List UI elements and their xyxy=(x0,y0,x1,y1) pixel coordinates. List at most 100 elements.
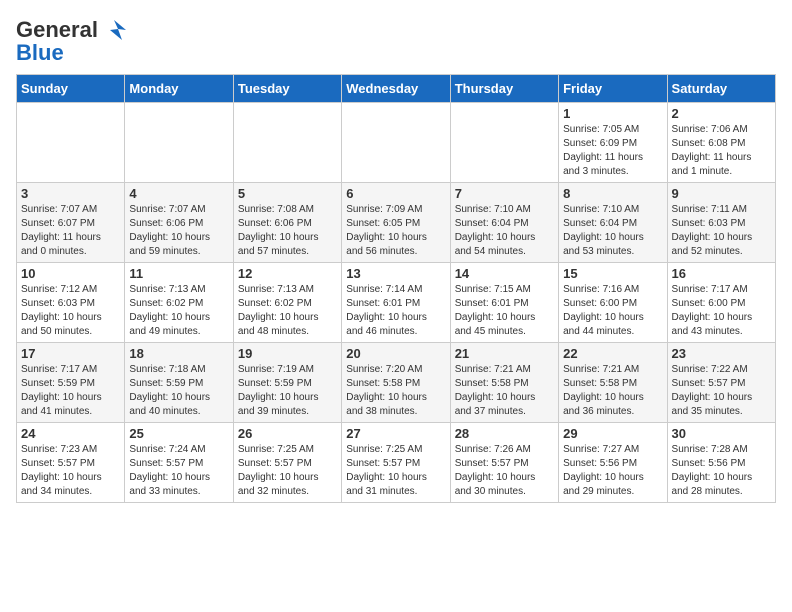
calendar-cell: 22 Sunrise: 7:21 AM Sunset: 5:58 PM Dayli… xyxy=(559,343,667,423)
day-number: 6 xyxy=(346,186,445,201)
day-number: 29 xyxy=(563,426,662,441)
weekday-header: Tuesday xyxy=(233,75,341,103)
logo-bird-icon xyxy=(100,16,128,44)
weekday-header: Wednesday xyxy=(342,75,450,103)
day-number: 15 xyxy=(563,266,662,281)
calendar-cell: 2 Sunrise: 7:06 AM Sunset: 6:08 PM Daylig… xyxy=(667,103,775,183)
day-number: 18 xyxy=(129,346,228,361)
day-info: Sunrise: 7:17 AM Sunset: 6:00 PM Dayligh… xyxy=(672,283,771,339)
day-info: Sunrise: 7:27 AM Sunset: 5:56 PM Dayligh… xyxy=(563,443,662,499)
day-number: 27 xyxy=(346,426,445,441)
day-number: 19 xyxy=(238,346,337,361)
day-number: 24 xyxy=(21,426,120,441)
calendar-cell: 8 Sunrise: 7:10 AM Sunset: 6:04 PM Daylig… xyxy=(559,183,667,263)
calendar-header-row: SundayMondayTuesdayWednesdayThursdayFrid… xyxy=(17,75,776,103)
weekday-header: Thursday xyxy=(450,75,558,103)
calendar-week-row: 10 Sunrise: 7:12 AM Sunset: 6:03 PM Dayli… xyxy=(17,263,776,343)
calendar-cell: 10 Sunrise: 7:12 AM Sunset: 6:03 PM Dayli… xyxy=(17,263,125,343)
calendar-cell: 13 Sunrise: 7:14 AM Sunset: 6:01 PM Dayli… xyxy=(342,263,450,343)
day-info: Sunrise: 7:16 AM Sunset: 6:00 PM Dayligh… xyxy=(563,283,662,339)
day-info: Sunrise: 7:09 AM Sunset: 6:05 PM Dayligh… xyxy=(346,203,445,259)
calendar-table: SundayMondayTuesdayWednesdayThursdayFrid… xyxy=(16,74,776,503)
day-number: 3 xyxy=(21,186,120,201)
calendar-cell xyxy=(17,103,125,183)
day-info: Sunrise: 7:13 AM Sunset: 6:02 PM Dayligh… xyxy=(129,283,228,339)
day-number: 10 xyxy=(21,266,120,281)
calendar-cell: 3 Sunrise: 7:07 AM Sunset: 6:07 PM Daylig… xyxy=(17,183,125,263)
day-number: 2 xyxy=(672,106,771,121)
day-number: 23 xyxy=(672,346,771,361)
calendar-cell: 11 Sunrise: 7:13 AM Sunset: 6:02 PM Dayli… xyxy=(125,263,233,343)
day-number: 22 xyxy=(563,346,662,361)
calendar-cell: 21 Sunrise: 7:21 AM Sunset: 5:58 PM Dayli… xyxy=(450,343,558,423)
day-info: Sunrise: 7:26 AM Sunset: 5:57 PM Dayligh… xyxy=(455,443,554,499)
day-info: Sunrise: 7:12 AM Sunset: 6:03 PM Dayligh… xyxy=(21,283,120,339)
day-info: Sunrise: 7:14 AM Sunset: 6:01 PM Dayligh… xyxy=(346,283,445,339)
day-info: Sunrise: 7:10 AM Sunset: 6:04 PM Dayligh… xyxy=(563,203,662,259)
day-info: Sunrise: 7:17 AM Sunset: 5:59 PM Dayligh… xyxy=(21,363,120,419)
day-info: Sunrise: 7:05 AM Sunset: 6:09 PM Dayligh… xyxy=(563,123,662,179)
day-number: 11 xyxy=(129,266,228,281)
weekday-header: Friday xyxy=(559,75,667,103)
day-info: Sunrise: 7:19 AM Sunset: 5:59 PM Dayligh… xyxy=(238,363,337,419)
day-info: Sunrise: 7:07 AM Sunset: 6:06 PM Dayligh… xyxy=(129,203,228,259)
weekday-header: Saturday xyxy=(667,75,775,103)
day-number: 12 xyxy=(238,266,337,281)
calendar-cell xyxy=(233,103,341,183)
calendar-cell xyxy=(342,103,450,183)
calendar-cell: 7 Sunrise: 7:10 AM Sunset: 6:04 PM Daylig… xyxy=(450,183,558,263)
day-number: 30 xyxy=(672,426,771,441)
calendar-cell: 17 Sunrise: 7:17 AM Sunset: 5:59 PM Dayli… xyxy=(17,343,125,423)
day-info: Sunrise: 7:10 AM Sunset: 6:04 PM Dayligh… xyxy=(455,203,554,259)
day-info: Sunrise: 7:28 AM Sunset: 5:56 PM Dayligh… xyxy=(672,443,771,499)
calendar-cell: 29 Sunrise: 7:27 AM Sunset: 5:56 PM Dayli… xyxy=(559,423,667,503)
calendar-cell: 28Sunrise: 7:26 AM Sunset: 5:57 PM Dayli… xyxy=(450,423,558,503)
day-number: 20 xyxy=(346,346,445,361)
calendar-cell: 27 Sunrise: 7:25 AM Sunset: 5:57 PM Dayli… xyxy=(342,423,450,503)
day-number: 5 xyxy=(238,186,337,201)
calendar-cell: 19 Sunrise: 7:19 AM Sunset: 5:59 PM Dayli… xyxy=(233,343,341,423)
calendar-cell: 26Sunrise: 7:25 AM Sunset: 5:57 PM Dayli… xyxy=(233,423,341,503)
calendar-week-row: 3 Sunrise: 7:07 AM Sunset: 6:07 PM Daylig… xyxy=(17,183,776,263)
day-number: 16 xyxy=(672,266,771,281)
page-header: General Blue xyxy=(16,16,776,66)
calendar-week-row: 1Sunrise: 7:05 AM Sunset: 6:09 PM Daylig… xyxy=(17,103,776,183)
calendar-cell: 23 Sunrise: 7:22 AM Sunset: 5:57 PM Dayli… xyxy=(667,343,775,423)
day-number: 9 xyxy=(672,186,771,201)
day-info: Sunrise: 7:21 AM Sunset: 5:58 PM Dayligh… xyxy=(455,363,554,419)
day-info: Sunrise: 7:15 AM Sunset: 6:01 PM Dayligh… xyxy=(455,283,554,339)
calendar-week-row: 17 Sunrise: 7:17 AM Sunset: 5:59 PM Dayli… xyxy=(17,343,776,423)
day-number: 8 xyxy=(563,186,662,201)
calendar-cell: 16 Sunrise: 7:17 AM Sunset: 6:00 PM Dayli… xyxy=(667,263,775,343)
day-number: 4 xyxy=(129,186,228,201)
day-number: 7 xyxy=(455,186,554,201)
day-info: Sunrise: 7:06 AM Sunset: 6:08 PM Dayligh… xyxy=(672,123,771,179)
weekday-header: Sunday xyxy=(17,75,125,103)
day-number: 13 xyxy=(346,266,445,281)
calendar-cell: 14Sunrise: 7:15 AM Sunset: 6:01 PM Dayli… xyxy=(450,263,558,343)
day-info: Sunrise: 7:21 AM Sunset: 5:58 PM Dayligh… xyxy=(563,363,662,419)
calendar-cell: 9 Sunrise: 7:11 AM Sunset: 6:03 PM Daylig… xyxy=(667,183,775,263)
day-info: Sunrise: 7:13 AM Sunset: 6:02 PM Dayligh… xyxy=(238,283,337,339)
day-info: Sunrise: 7:11 AM Sunset: 6:03 PM Dayligh… xyxy=(672,203,771,259)
calendar-cell: 30 Sunrise: 7:28 AM Sunset: 5:56 PM Dayli… xyxy=(667,423,775,503)
calendar-cell: 6 Sunrise: 7:09 AM Sunset: 6:05 PM Daylig… xyxy=(342,183,450,263)
day-number: 17 xyxy=(21,346,120,361)
day-info: Sunrise: 7:18 AM Sunset: 5:59 PM Dayligh… xyxy=(129,363,228,419)
calendar-cell xyxy=(450,103,558,183)
calendar-cell: 4 Sunrise: 7:07 AM Sunset: 6:06 PM Daylig… xyxy=(125,183,233,263)
day-info: Sunrise: 7:20 AM Sunset: 5:58 PM Dayligh… xyxy=(346,363,445,419)
calendar-cell: 15 Sunrise: 7:16 AM Sunset: 6:00 PM Dayli… xyxy=(559,263,667,343)
day-number: 26 xyxy=(238,426,337,441)
day-info: Sunrise: 7:07 AM Sunset: 6:07 PM Dayligh… xyxy=(21,203,120,259)
calendar-cell: 12 Sunrise: 7:13 AM Sunset: 6:02 PM Dayli… xyxy=(233,263,341,343)
day-number: 21 xyxy=(455,346,554,361)
day-info: Sunrise: 7:08 AM Sunset: 6:06 PM Dayligh… xyxy=(238,203,337,259)
calendar-cell: 20 Sunrise: 7:20 AM Sunset: 5:58 PM Dayli… xyxy=(342,343,450,423)
logo: General Blue xyxy=(16,16,128,66)
day-info: Sunrise: 7:25 AM Sunset: 5:57 PM Dayligh… xyxy=(346,443,445,499)
day-info: Sunrise: 7:23 AM Sunset: 5:57 PM Dayligh… xyxy=(21,443,120,499)
day-info: Sunrise: 7:22 AM Sunset: 5:57 PM Dayligh… xyxy=(672,363,771,419)
calendar-cell: 18 Sunrise: 7:18 AM Sunset: 5:59 PM Dayli… xyxy=(125,343,233,423)
day-info: Sunrise: 7:24 AM Sunset: 5:57 PM Dayligh… xyxy=(129,443,228,499)
